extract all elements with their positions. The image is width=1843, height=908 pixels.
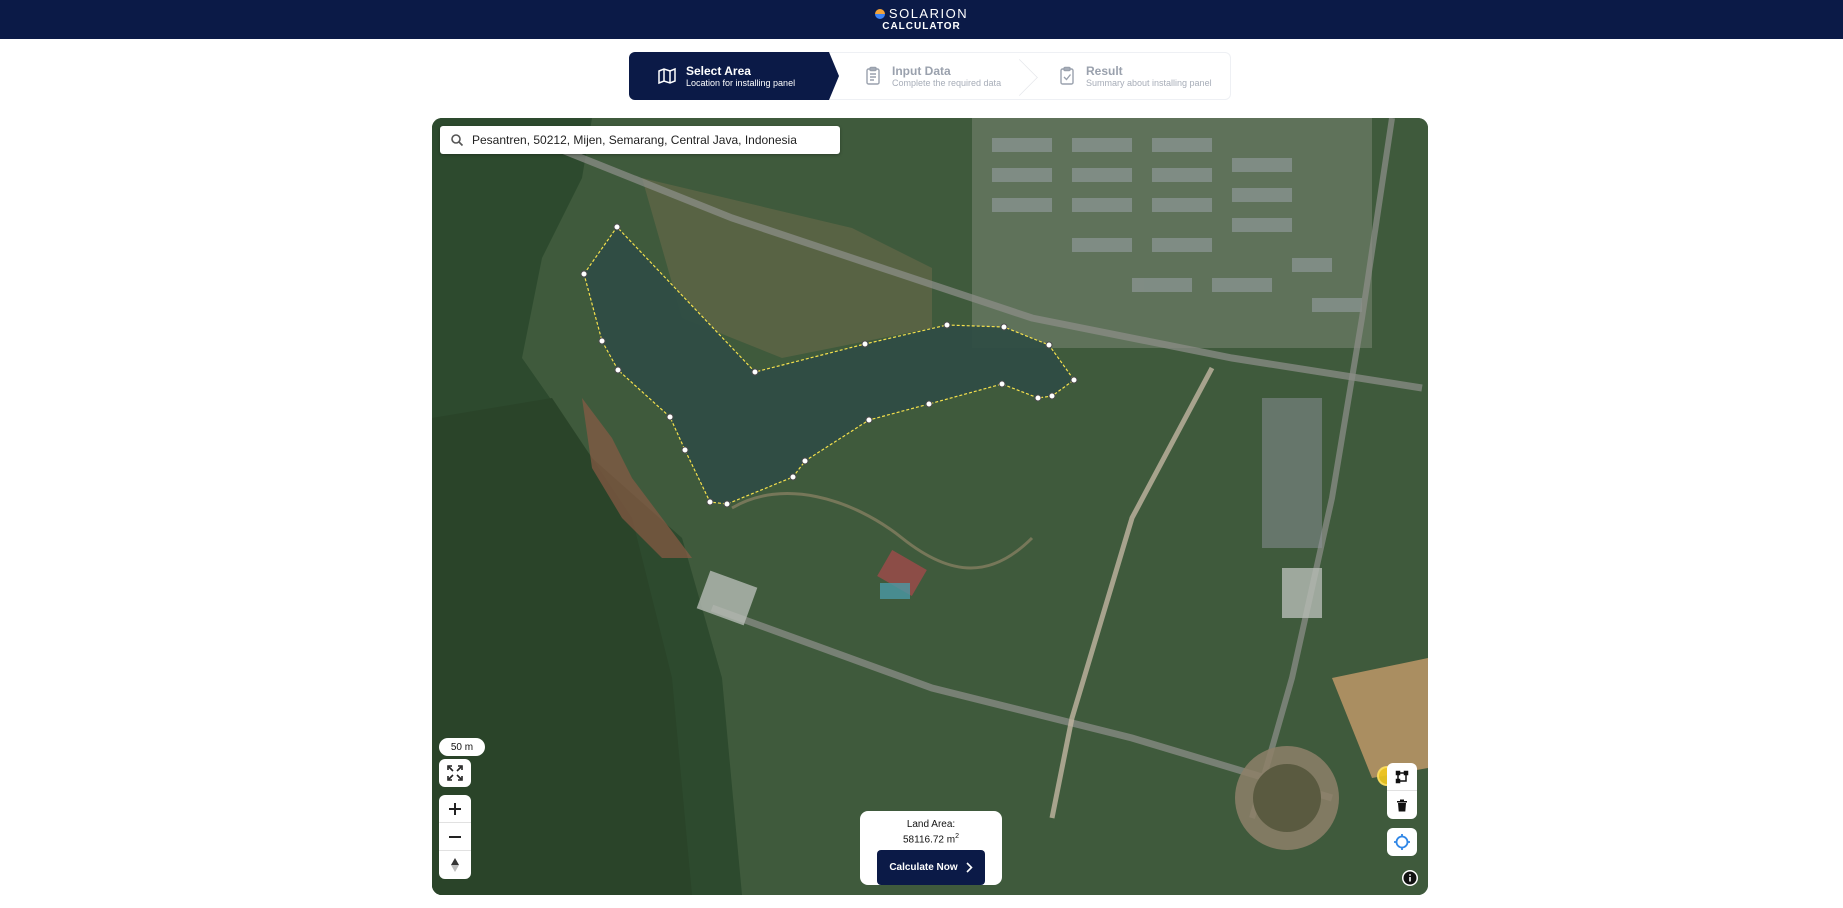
satellite-map[interactable]: Pesantren, 50212, Mijen, Semarang, Centr…: [432, 118, 1428, 895]
step-result[interactable]: Result Summary about installing panel: [1029, 52, 1231, 100]
step-title: Select Area: [686, 63, 751, 78]
attribution-button[interactable]: [1402, 870, 1418, 886]
fullscreen-button[interactable]: [439, 759, 471, 787]
zoom-out-icon: [449, 835, 461, 838]
locate-icon: [1394, 834, 1410, 850]
step-subtitle: Complete the required data: [892, 77, 1002, 88]
step-title: Result: [1086, 63, 1123, 78]
step-title: Input Data: [892, 63, 951, 78]
draw-tools: [1387, 763, 1417, 819]
land-area-label: Land Area:: [906, 819, 956, 830]
land-area-value: 58116.72 m2: [903, 833, 959, 846]
calculate-now-button[interactable]: Calculate Now: [877, 850, 985, 885]
zoom-in-icon: [449, 802, 461, 815]
delete-area-button[interactable]: [1387, 791, 1417, 819]
location-search[interactable]: Pesantren, 50212, Mijen, Semarang, Centr…: [440, 126, 840, 154]
brand-subtitle: CALCULATOR: [882, 21, 961, 32]
zoom-out-button[interactable]: [439, 823, 471, 851]
compass-icon: [451, 858, 459, 872]
clipboard-check-icon: [1060, 66, 1074, 85]
zoom-in-button[interactable]: [439, 795, 471, 823]
info-icon: [1403, 871, 1417, 885]
progress-stepper: Select Area Location for installing pane…: [629, 52, 1231, 100]
step-input-data[interactable]: Input Data Complete the required data: [829, 52, 1029, 100]
search-input[interactable]: Pesantren, 50212, Mijen, Semarang, Centr…: [472, 133, 797, 147]
trash-icon: [1397, 799, 1407, 811]
brand-logo[interactable]: SOLARION CALCULATOR: [874, 6, 969, 32]
brand-name: SOLARION: [888, 6, 969, 21]
fullscreen-icon: [447, 765, 463, 781]
chevron-right-icon: [966, 862, 973, 873]
step-subtitle: Summary about installing panel: [1086, 77, 1212, 88]
search-icon: [451, 134, 464, 147]
map-icon: [658, 67, 676, 85]
reset-bearing-button[interactable]: [439, 851, 471, 879]
step-subtitle: Location for installing panel: [686, 77, 796, 88]
land-area-card: Land Area: 58116.72 m2 Calculate Now: [860, 811, 1002, 885]
satellite-imagery: [432, 118, 1428, 895]
step-select-area[interactable]: Select Area Location for installing pane…: [629, 52, 839, 100]
clipboard-list-icon: [866, 66, 880, 85]
top-bar: SOLARION CALCULATOR: [0, 0, 1843, 39]
sun-logo-icon: [874, 8, 885, 19]
calculate-now-label: Calculate Now: [889, 862, 958, 874]
draw-polygon-icon: [1395, 770, 1409, 783]
map-scale: 50 m: [439, 738, 485, 756]
locate-me-button[interactable]: [1387, 828, 1417, 856]
zoom-controls: [439, 795, 471, 879]
draw-polygon-button[interactable]: [1387, 763, 1417, 791]
